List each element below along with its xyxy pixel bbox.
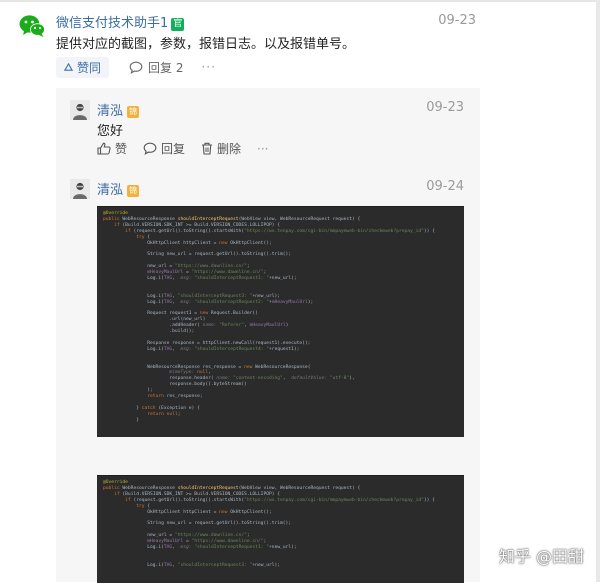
thumbs-up-icon xyxy=(97,142,111,155)
upvote-button[interactable]: 赞同 xyxy=(56,56,110,78)
window-right-border xyxy=(596,0,600,582)
wechat-avatar-icon[interactable] xyxy=(18,12,46,40)
like-button[interactable]: 赞 xyxy=(97,140,127,157)
code-text: @Override public WebResourceResponse sho… xyxy=(103,480,435,568)
delete-label: 删除 xyxy=(217,142,242,156)
code-text: @Override public WebResourceResponse sho… xyxy=(103,211,435,423)
upvote-icon xyxy=(64,62,73,71)
reply-button[interactable]: 回复 2 xyxy=(129,59,183,76)
upvote-label: 赞同 xyxy=(77,60,102,75)
watermark: 知乎 @田甜 xyxy=(498,547,584,566)
trash-icon xyxy=(202,142,213,155)
delete-button[interactable]: 删除 xyxy=(201,140,241,157)
reply-button[interactable]: 回复 xyxy=(143,140,185,157)
reply-date: 09-24 xyxy=(426,179,464,194)
window-top-border xyxy=(0,0,600,2)
post-date: 09-23 xyxy=(438,13,476,28)
comment-bubble-icon xyxy=(129,61,143,74)
reply-count-label: 回复 2 xyxy=(148,60,184,75)
comment-bubble-icon xyxy=(143,142,157,155)
post-author-label[interactable]: 微信支付技术助手1 xyxy=(56,16,168,31)
official-badge: 官 xyxy=(171,18,185,31)
reply-author-name[interactable]: 清泓锦 xyxy=(97,179,140,198)
post-author-name[interactable]: 微信支付技术助手1 官 xyxy=(56,12,185,31)
reply-actions: 赞 回复 删除 ··· xyxy=(97,140,279,157)
user-avatar[interactable] xyxy=(70,179,90,199)
reply-author-label[interactable]: 清泓 xyxy=(97,183,123,198)
more-options-button[interactable]: ··· xyxy=(257,142,268,156)
like-label: 赞 xyxy=(115,142,128,156)
reply-date: 09-23 xyxy=(426,100,464,115)
post-actions: 赞同 回复 2 ··· xyxy=(56,56,216,78)
code-screenshot[interactable]: @Override public WebResourceResponse sho… xyxy=(97,206,464,437)
user-avatar[interactable] xyxy=(70,100,90,120)
reply-text: 您好 xyxy=(97,124,124,139)
post-content: 提供对应的截图，参数，报错日志。以及报错单号。 xyxy=(56,37,356,52)
reply-author-name[interactable]: 清泓锦 xyxy=(97,100,140,119)
level-badge: 锦 xyxy=(127,185,140,197)
replies-panel: 清泓锦 09-23 您好 赞 回复 删除 ··· 清泓 锦 09-24 @Ove… xyxy=(56,88,480,583)
reply-label: 回复 xyxy=(161,142,186,156)
reply-author-label[interactable]: 清泓 xyxy=(97,104,123,119)
code-screenshot[interactable]: @Override public WebResourceResponse sho… xyxy=(97,475,464,583)
level-badge: 锦 xyxy=(127,106,140,118)
more-options-button[interactable]: ··· xyxy=(201,60,215,74)
